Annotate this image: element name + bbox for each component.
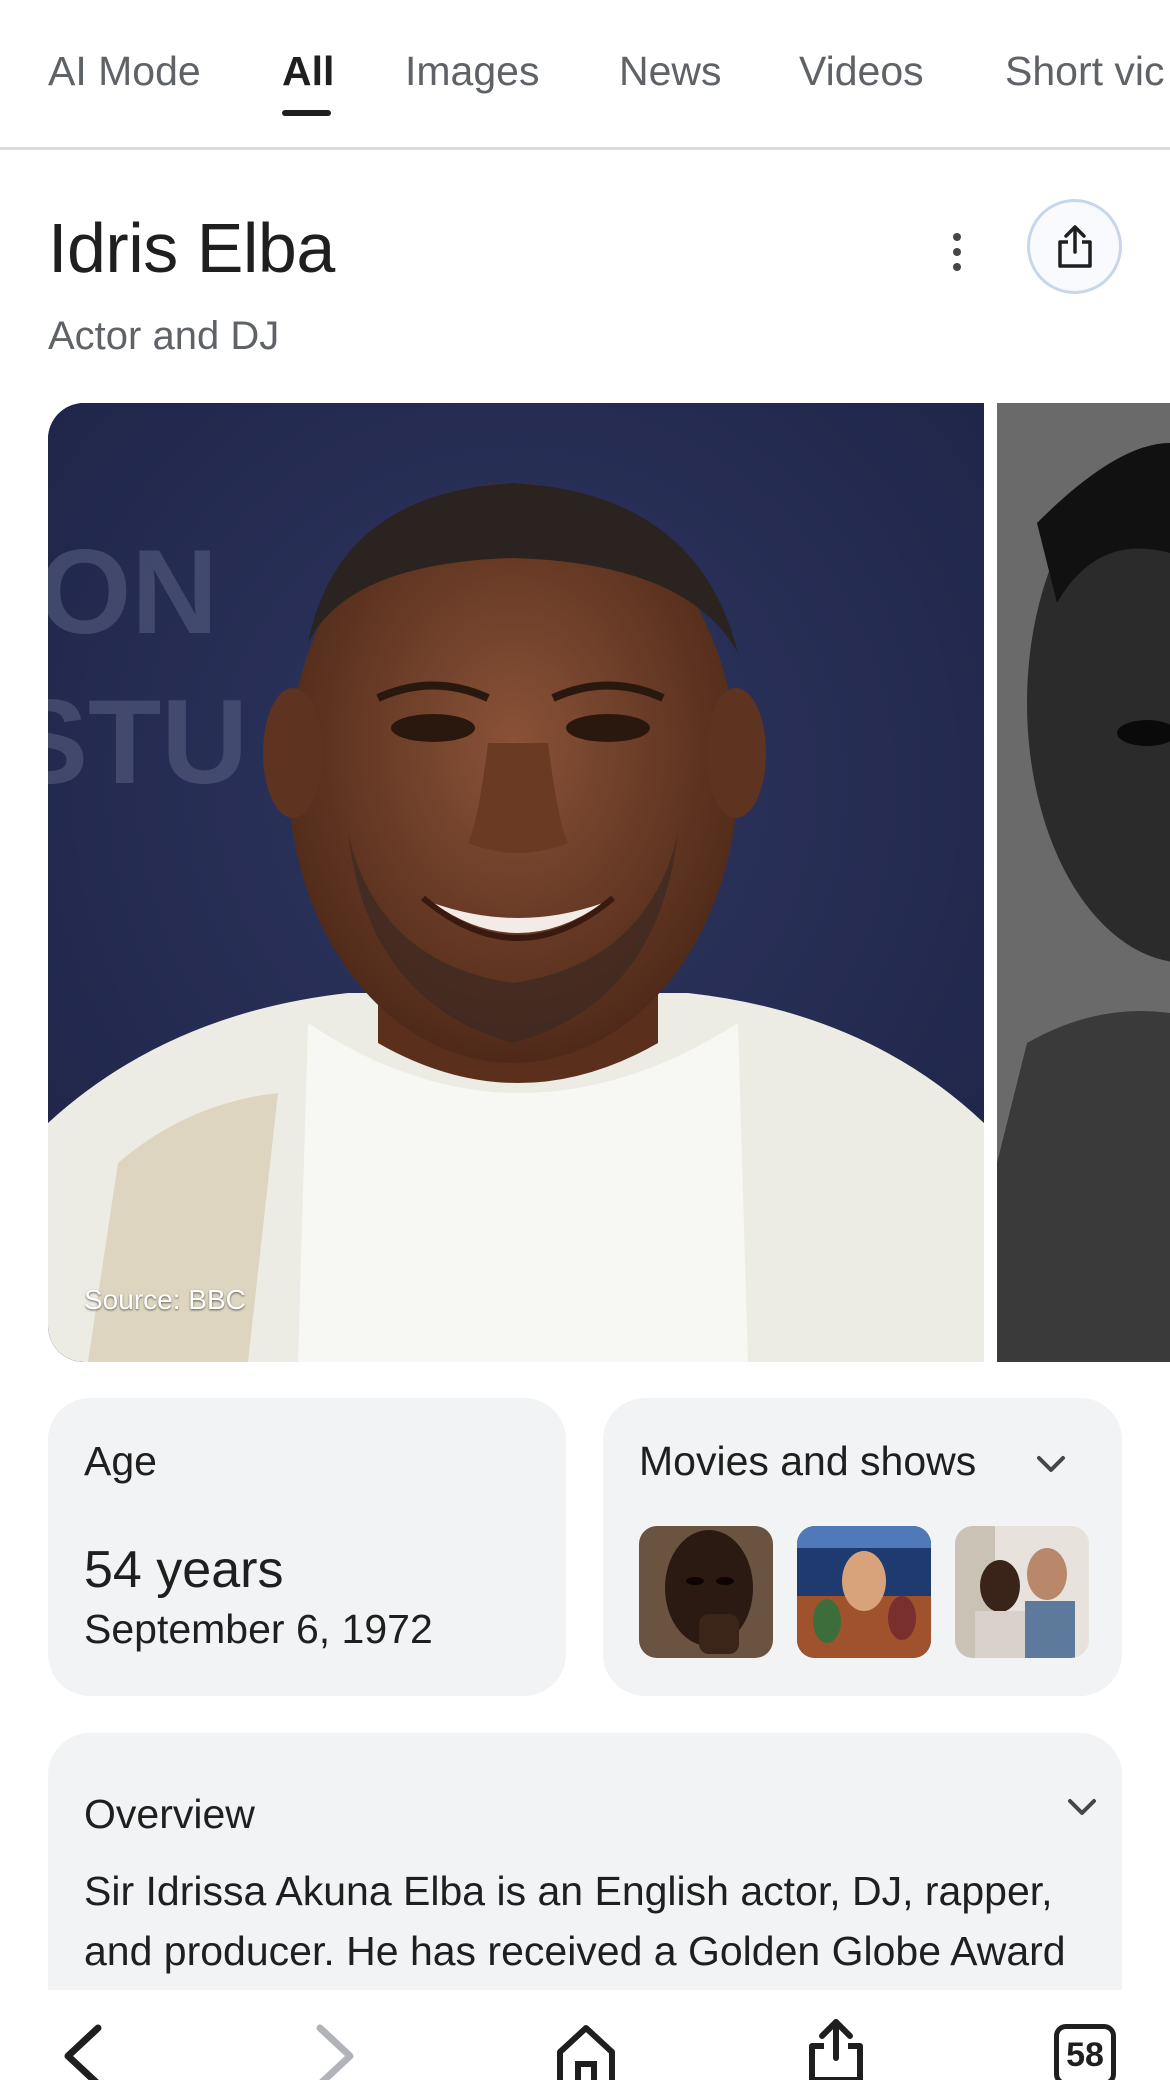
svg-text:ON: ON bbox=[48, 525, 218, 659]
active-tab-indicator bbox=[282, 110, 331, 116]
tab-ai-mode[interactable]: AI Mode bbox=[48, 48, 201, 95]
tab-videos[interactable]: Videos bbox=[799, 48, 924, 95]
age-label: Age bbox=[84, 1438, 157, 1484]
overview-title: Overview bbox=[84, 1791, 255, 1837]
back-icon[interactable] bbox=[58, 2024, 108, 2080]
tab-all[interactable]: All bbox=[282, 48, 334, 95]
movies-and-shows-label: Movies and shows bbox=[639, 1438, 977, 1484]
tabs-icon[interactable]: 58 bbox=[1054, 2024, 1116, 2080]
tab-images[interactable]: Images bbox=[405, 48, 539, 95]
age-card[interactable]: Age 54 years September 6, 1972 bbox=[48, 1398, 566, 1696]
tab-news[interactable]: News bbox=[619, 48, 722, 95]
entity-title: Idris Elba bbox=[48, 209, 335, 287]
chevron-down-icon[interactable] bbox=[1031, 1444, 1071, 1484]
portrait-photo: ON STU bbox=[48, 403, 984, 1362]
movie-thumbnail-2[interactable] bbox=[797, 1526, 931, 1658]
more-options-button[interactable] bbox=[935, 224, 979, 280]
age-value: 54 years bbox=[84, 1541, 284, 1599]
movies-and-shows-card[interactable]: Movies and shows bbox=[603, 1398, 1122, 1696]
svg-text:STU: STU bbox=[48, 675, 248, 809]
bw-portrait-photo bbox=[997, 403, 1170, 1362]
chevron-down-icon[interactable] bbox=[1062, 1787, 1102, 1827]
tab-short-videos[interactable]: Short vic bbox=[1005, 48, 1165, 95]
entity-main-image[interactable]: ON STU Source: BBC bbox=[48, 403, 984, 1362]
movie-thumbnail-3[interactable] bbox=[955, 1526, 1089, 1658]
birth-date: September 6, 1972 bbox=[84, 1606, 433, 1652]
movie-thumbnail-1[interactable] bbox=[639, 1526, 773, 1658]
entity-subtitle: Actor and DJ bbox=[48, 314, 280, 358]
image-source-caption: Source: BBC bbox=[84, 1284, 246, 1315]
share-icon bbox=[1057, 224, 1092, 268]
home-icon[interactable] bbox=[556, 2024, 616, 2080]
share-icon[interactable] bbox=[808, 2018, 864, 2080]
search-tabs: AI Mode All Images News Videos Short vic bbox=[0, 0, 1170, 150]
more-vert-icon bbox=[953, 233, 961, 241]
forward-icon[interactable] bbox=[310, 2024, 360, 2080]
share-button[interactable] bbox=[1027, 199, 1122, 294]
entity-secondary-image[interactable] bbox=[997, 403, 1170, 1362]
